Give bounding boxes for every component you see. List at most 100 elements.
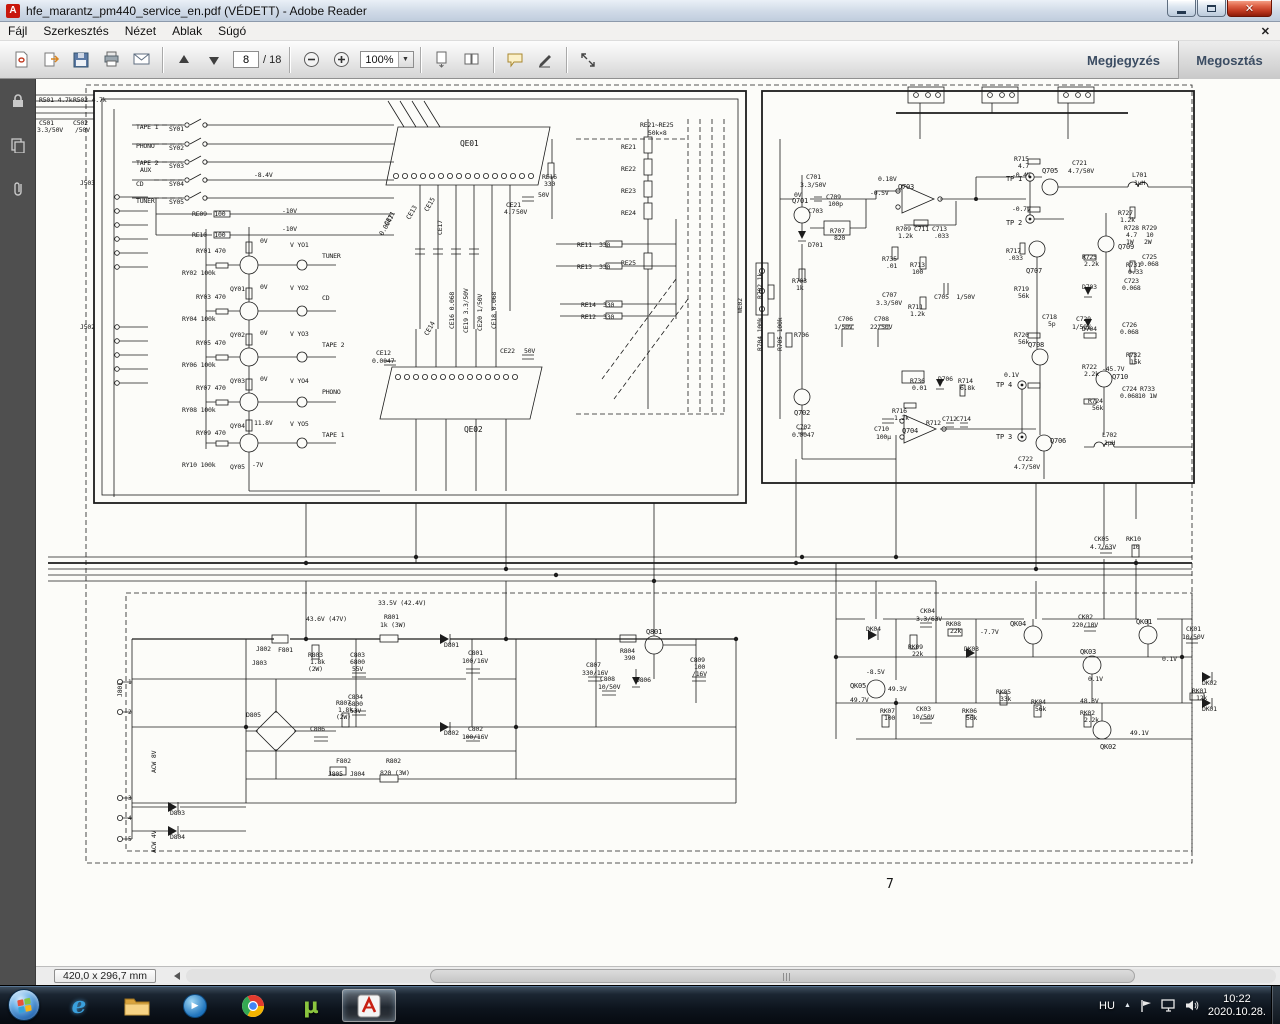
zoom-in-button[interactable] [328, 47, 354, 73]
print-icon [104, 51, 118, 67]
schematic-label: V YO5 [290, 420, 309, 428]
print-button[interactable] [98, 47, 124, 73]
taskbar-adobe-reader-button[interactable] [342, 989, 396, 1022]
action-center-flag-icon[interactable] [1140, 999, 1152, 1013]
taskbar-internet-explorer-button[interactable]: e [50, 986, 108, 1024]
schematic-label: C711 [914, 225, 929, 233]
schematic-label: TUNER [322, 252, 341, 260]
comment-button[interactable] [502, 47, 528, 73]
previous-page-button[interactable] [171, 47, 197, 73]
network-icon[interactable] [1161, 999, 1176, 1012]
open-button[interactable] [8, 47, 34, 73]
fullscreen-button[interactable] [575, 47, 601, 73]
schematic-label: 2 [128, 709, 132, 716]
schematic-label: 1/50V [1072, 323, 1091, 331]
schematic-label: RY09 470 [196, 429, 226, 437]
toolbar-separator [162, 46, 163, 73]
schematic-label: 22k [912, 650, 924, 658]
schematic-label: C703 [808, 207, 823, 215]
schematic-label: 3.3/50V [876, 299, 902, 307]
schematic-label: 0.0047 [372, 357, 395, 365]
schematic-label: J503 [80, 179, 95, 187]
clock-date: 2020.10.28. [1207, 1005, 1266, 1018]
schematic-label: QK02 [1100, 743, 1117, 751]
schematic-label: RY06 100k [182, 361, 216, 369]
schematic-label: CE17 [436, 220, 444, 235]
schematic-label: Q701 [792, 197, 809, 205]
close-button[interactable]: ✕ [1227, 0, 1272, 17]
horizontal-scrollbar-thumb[interactable] [430, 969, 1135, 983]
schematic-label: PHONO [322, 388, 341, 396]
hidden-icons-chevron-icon[interactable]: ▲ [1124, 1002, 1131, 1009]
navigation-sidebar [0, 79, 36, 985]
close-icon: ✕ [1244, 1, 1255, 15]
volume-icon[interactable] [1185, 999, 1199, 1012]
save-button[interactable] [68, 47, 94, 73]
share-pane-button[interactable]: Megosztás [1178, 41, 1280, 79]
schematic-label: 50V [538, 191, 550, 199]
schematic-label: CE19 3.3/50V [462, 288, 470, 333]
show-desktop-button[interactable] [1271, 986, 1280, 1024]
schematic-label: 22/50V [870, 323, 893, 331]
menu-view[interactable]: Nézet [117, 23, 164, 39]
attachments-button[interactable] [8, 179, 28, 199]
zoom-level-select[interactable]: 100% ▼ [360, 51, 414, 68]
schematic-label: -8.4V [254, 171, 273, 179]
page-display-icon [464, 53, 479, 65]
schematic-label: 0V [260, 375, 268, 383]
schematic-label: RE11 [577, 241, 592, 249]
page-thumbnails-button[interactable] [8, 135, 28, 155]
schematic-label: 0V [260, 329, 268, 337]
schematic-label: 12k [1196, 694, 1208, 702]
sign-button[interactable] [532, 47, 558, 73]
schematic-label: PHONO [136, 142, 155, 150]
desktop: A hfe_marantz_pm440_service_en.pdf (VÉDE… [0, 0, 1280, 1024]
schematic-label: 0.068 [1120, 328, 1139, 336]
menu-edit[interactable]: Szerkesztés [35, 23, 116, 39]
schematic-label: 50V [516, 208, 528, 216]
schematic-label: J804 [350, 770, 365, 778]
schematic-label: C707 [882, 291, 897, 299]
taskbar-utorrent-button[interactable]: µ [282, 986, 340, 1024]
scroll-left-arrow-icon[interactable] [174, 972, 180, 980]
taskbar-media-player-button[interactable]: ▶ [166, 986, 224, 1024]
comments-pane-button[interactable]: Megjegyzés [1087, 41, 1160, 79]
send-file-button[interactable] [38, 47, 64, 73]
menubar-close-icon[interactable]: ✕ [1261, 25, 1270, 38]
menu-window[interactable]: Ablak [164, 23, 210, 39]
menu-file[interactable]: Fájl [0, 23, 35, 39]
schematic-label: 0.0047 [792, 431, 815, 439]
security-panel-button[interactable] [8, 91, 28, 111]
email-button[interactable] [128, 47, 154, 73]
chevron-down-icon[interactable]: ▼ [397, 52, 413, 67]
schematic-label: D703 [1082, 283, 1097, 291]
schematic-label: QY05 [230, 463, 245, 471]
schematic-label: 5 [128, 836, 132, 843]
language-indicator[interactable]: HU [1099, 1000, 1115, 1012]
start-button[interactable] [8, 989, 40, 1021]
schematic-label: TAPE 1 [136, 123, 159, 131]
taskbar-explorer-button[interactable] [108, 986, 166, 1024]
schematic-label: SY02 [169, 144, 184, 152]
page-number-input[interactable] [233, 51, 259, 68]
schematic-label: 0V [260, 283, 268, 291]
zoom-out-icon [303, 52, 319, 67]
schematic-label: 0.0047 [377, 213, 396, 237]
zoom-out-button[interactable] [298, 47, 324, 73]
taskbar-chrome-button[interactable] [224, 986, 282, 1024]
document-area[interactable]: R501 4.7k R502 4.7k C501 3.3/50V C502/50V J50… [36, 79, 1280, 966]
horizontal-scrollbar-track[interactable] [186, 969, 1276, 983]
maximize-button[interactable] [1197, 0, 1226, 17]
next-page-button[interactable] [201, 47, 227, 73]
menu-help[interactable]: Súgó [210, 23, 254, 39]
page-display-button[interactable] [459, 47, 485, 73]
schematic-label: SY01 [169, 125, 184, 133]
minimize-button[interactable] [1167, 0, 1196, 17]
internet-explorer-icon: e [71, 992, 87, 1019]
schematic-label: 10/50V [1182, 633, 1205, 641]
send-file-icon [44, 52, 59, 67]
scroll-mode-button[interactable] [429, 47, 455, 73]
schematic-label: 50V [524, 347, 536, 355]
schematic-label: 0.1V [1004, 371, 1019, 379]
taskbar-clock[interactable]: 10:22 2020.10.28. [1208, 993, 1266, 1019]
